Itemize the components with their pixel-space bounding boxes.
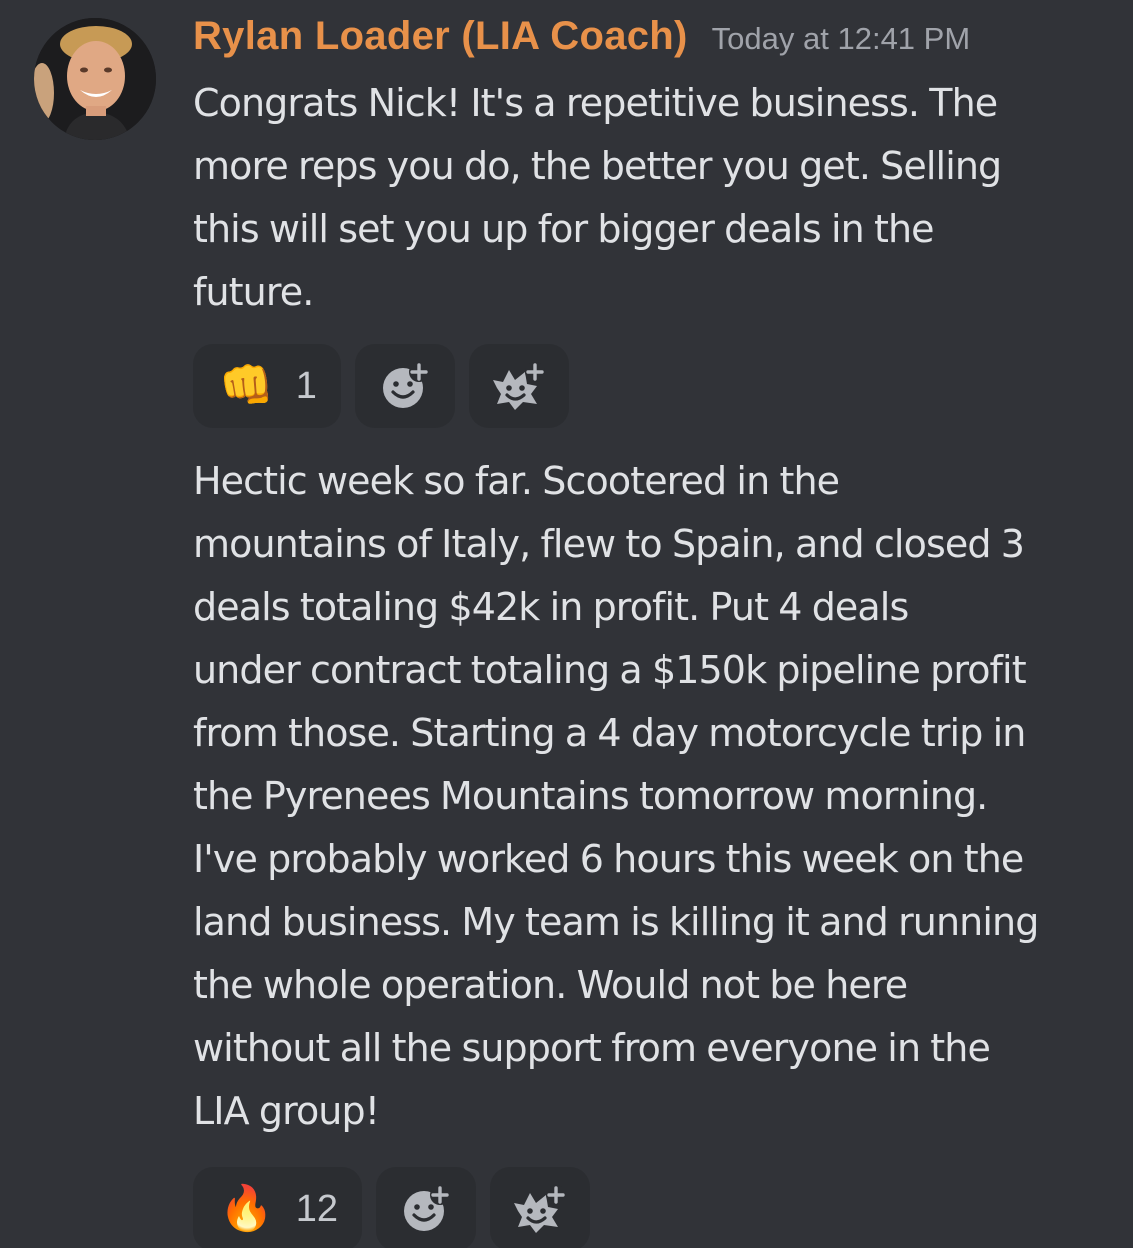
add-super-reaction-button[interactable] [468,344,569,428]
add-reaction-button[interactable] [354,344,455,428]
timestamp[interactable]: Today at 12:41 PM [712,21,971,57]
add-reaction-icon [382,362,429,408]
add-reaction-icon [404,1185,451,1231]
add-reaction-button[interactable] [376,1167,477,1248]
reaction-fist-bump[interactable]: 👊 1 [193,344,341,428]
avatar[interactable] [34,18,156,140]
message-text: Hectic week so far. Scootered in the mou… [193,459,1039,1133]
reaction-bar: 🔥 12 [193,1167,1131,1248]
message-group: Rylan Loader (LIA Coach) Today at 12:41 … [193,14,1131,1248]
fist-bump-icon: 👊 [219,360,274,411]
fire-icon: 🔥 [219,1183,274,1234]
reaction-count: 12 [295,1187,339,1230]
add-super-reaction-icon [514,1185,567,1233]
message-text: Congrats Nick! It's a repetitive busines… [193,81,1002,314]
author-name[interactable]: Rylan Loader (LIA Coach) [193,14,688,59]
add-super-reaction-icon [492,362,545,410]
message-header: Rylan Loader (LIA Coach) Today at 12:41 … [193,14,1131,68]
reaction-count: 1 [295,364,317,407]
add-super-reaction-button[interactable] [490,1167,591,1248]
reaction-fire[interactable]: 🔥 12 [193,1167,363,1248]
reaction-bar: 👊 1 [193,344,1131,428]
